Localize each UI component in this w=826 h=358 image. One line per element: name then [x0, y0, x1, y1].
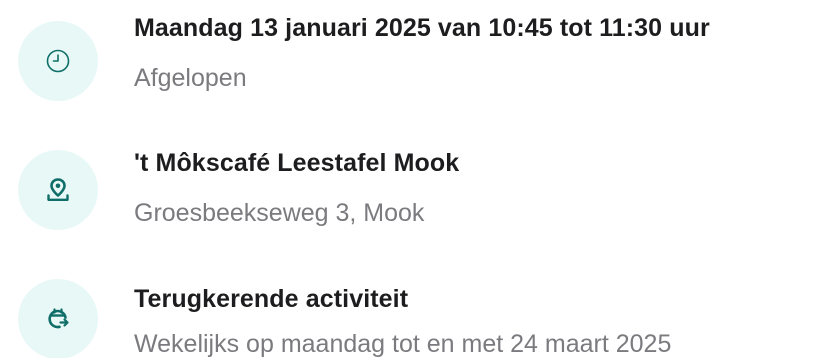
venue-address: Groesbeekseweg 3, Mook	[134, 199, 425, 227]
recurrence-schedule: Wekelijks op maandag tot en met 24 maart…	[134, 330, 672, 358]
recurrence-title: Terugkerende activiteit	[134, 285, 409, 313]
location-pin-icon	[18, 150, 98, 230]
venue-name: 't Môkscafé Leestafel Mook	[134, 149, 460, 177]
clock-icon	[18, 21, 98, 101]
recurring-calendar-icon	[18, 279, 98, 358]
event-datetime: Maandag 13 januari 2025 van 10:45 tot 11…	[134, 14, 710, 42]
activity-details-list: Maandag 13 januari 2025 van 10:45 tot 11…	[0, 0, 826, 358]
event-status: Afgelopen	[134, 64, 247, 92]
